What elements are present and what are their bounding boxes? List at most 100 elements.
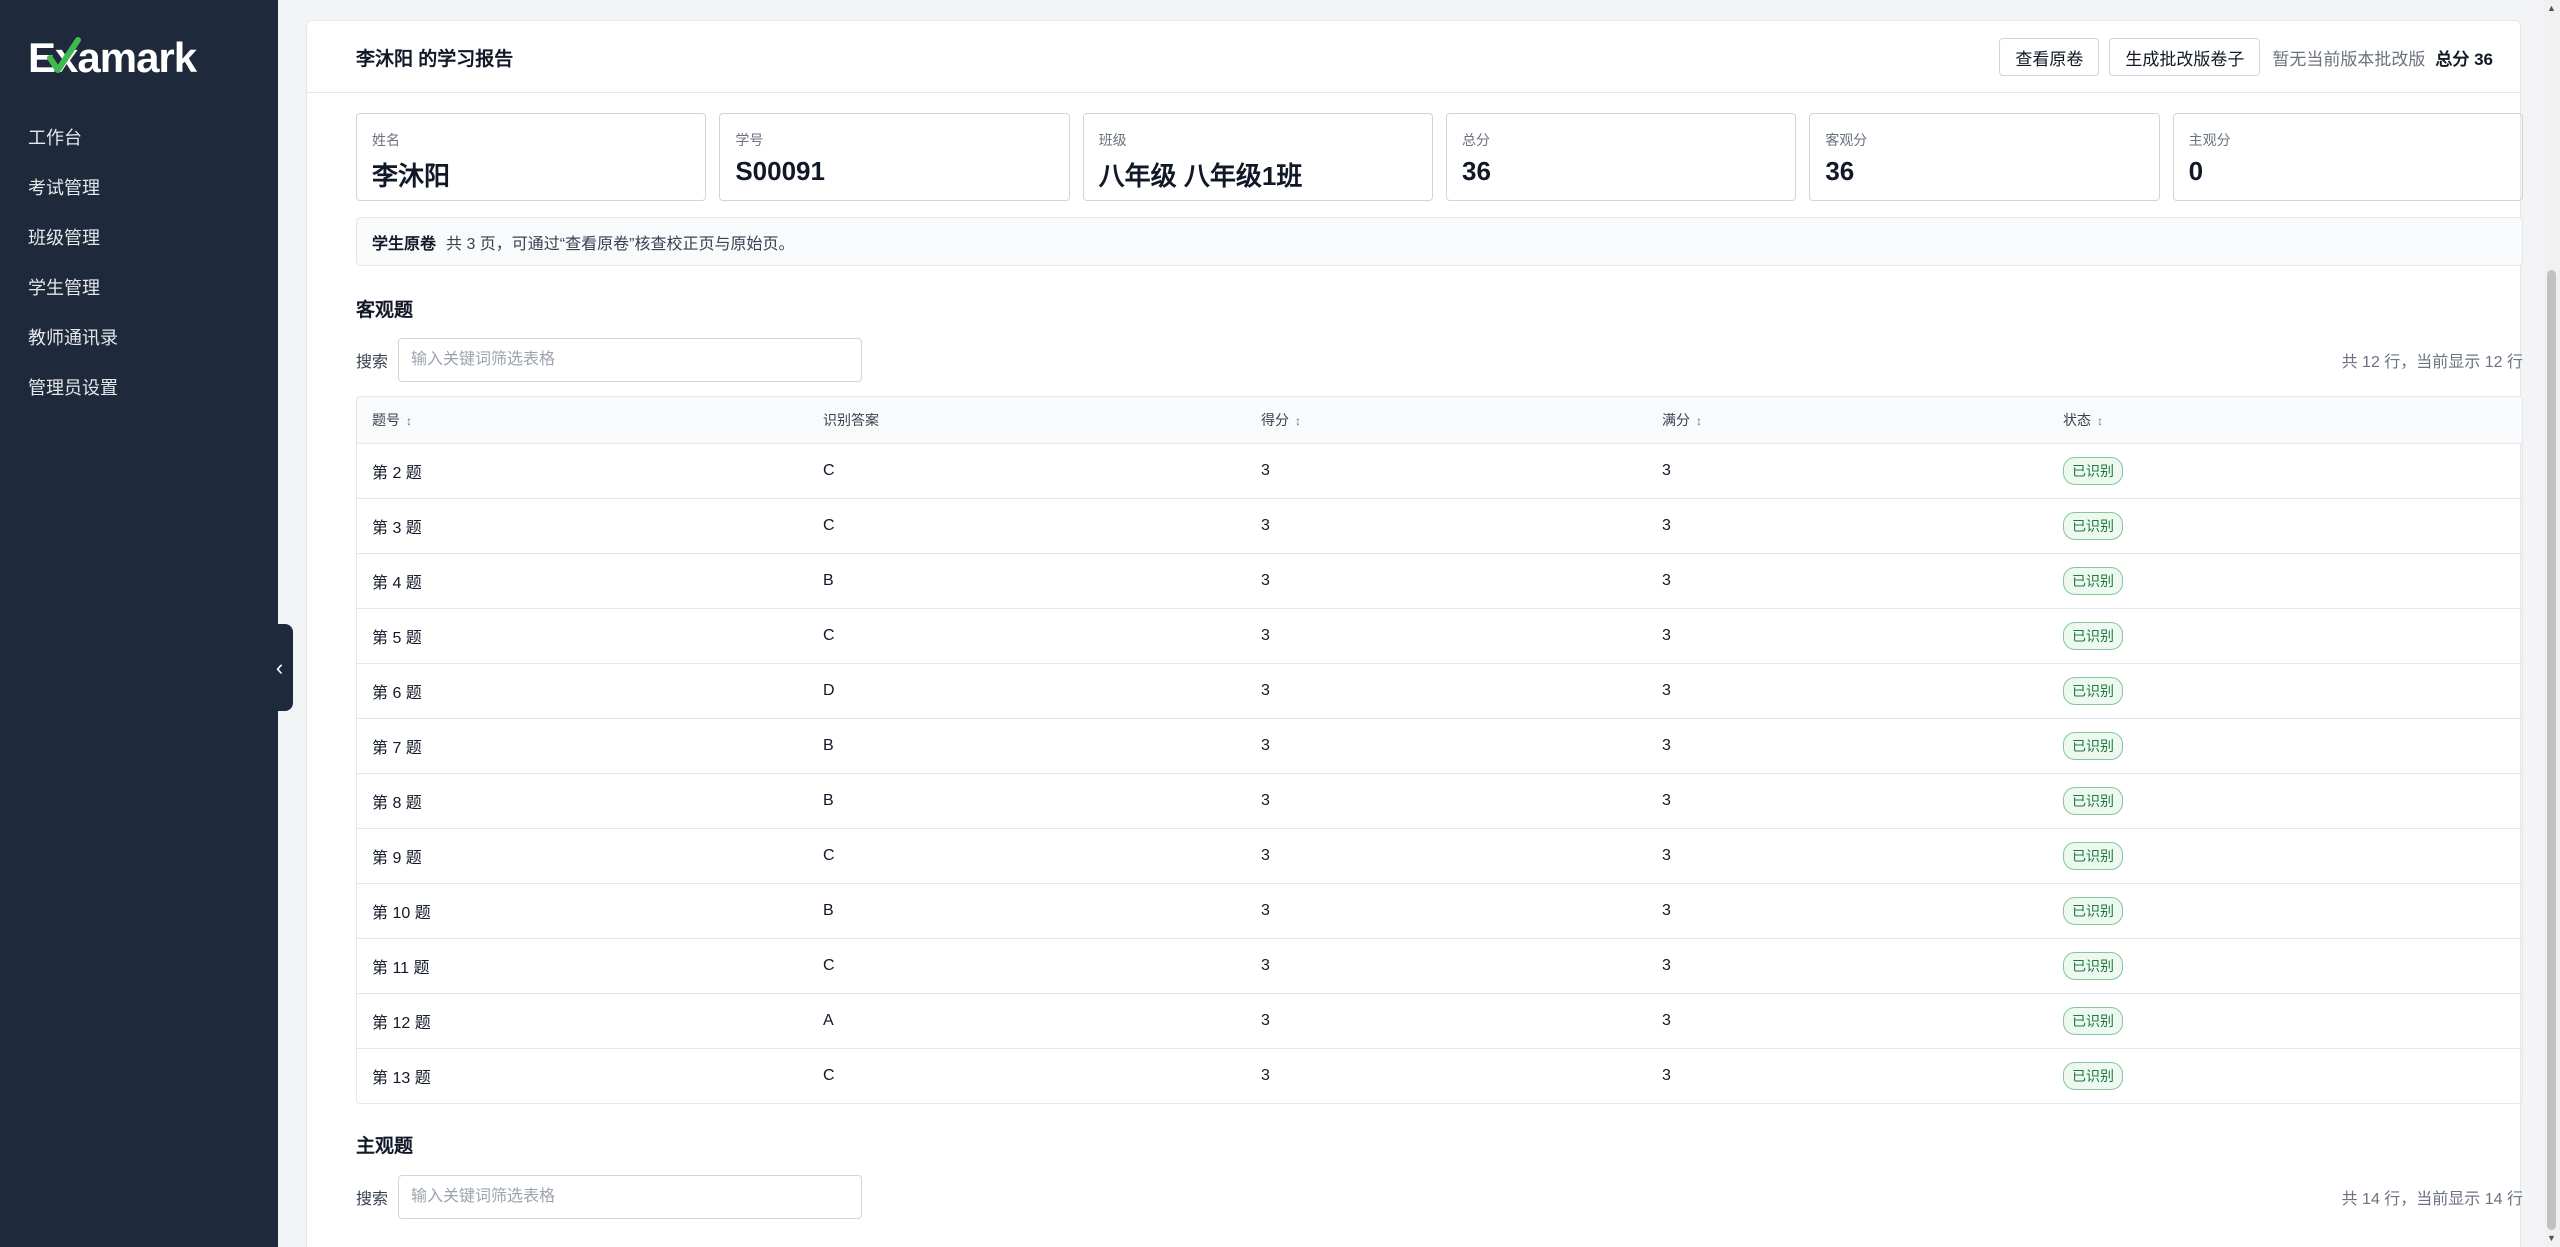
report-card: 李沐阳 的学习报告 查看原卷 生成批改版卷子 暂无当前版本批改版 总分 36 姓…	[306, 20, 2523, 1247]
cell-score: 3	[1246, 773, 1647, 829]
examark-logo[interactable]: Examark	[28, 28, 238, 84]
cell-status: 已识别	[2048, 993, 2522, 1049]
stat-label: 学号	[735, 132, 764, 148]
stat-value: 36	[1825, 156, 1855, 186]
cell-status: 已识别	[2048, 443, 2522, 499]
header-actions: 查看原卷 生成批改版卷子 暂无当前版本批改版 总分 36	[1999, 21, 2493, 93]
sidebar-item-dashboard[interactable]: 工作台	[0, 112, 278, 162]
stat-objective: 客观分 36	[1809, 113, 2160, 201]
chevron-left-icon: ‹	[275, 654, 284, 680]
objective-search-row: 搜索 共 12 行，当前显示 12 行	[356, 338, 2523, 382]
logo-wordmark: Examark	[28, 34, 199, 81]
cell-answer: D	[808, 663, 1246, 719]
status-badge: 已识别	[2063, 621, 2123, 650]
scroll-up-icon[interactable]: ▲	[2543, 0, 2560, 17]
cell-question: 第 2 题	[357, 443, 808, 499]
sort-icon[interactable]: ↕	[1696, 414, 1702, 428]
cell-answer: B	[808, 883, 1246, 939]
cell-answer: B	[808, 718, 1246, 774]
status-badge: 已识别	[2063, 1061, 2123, 1090]
table-row: 第 13 题 C 3 3 已识别	[357, 1048, 2522, 1103]
cell-question: 第 12 题	[357, 993, 808, 1049]
status-badge: 已识别	[2063, 951, 2123, 980]
cell-score: 3	[1246, 608, 1647, 664]
view-original-button[interactable]: 查看原卷	[1999, 38, 2100, 76]
cell-status: 已识别	[2048, 718, 2522, 774]
stat-label: 班级	[1098, 132, 1127, 148]
cell-max: 3	[1647, 718, 2048, 774]
sidebar-collapse-button[interactable]: ‹	[266, 624, 293, 711]
stat-value: 0	[2188, 156, 2204, 186]
sort-icon[interactable]: ↕	[1295, 414, 1301, 428]
graded-version-note: 暂无当前版本批改版	[2272, 49, 2426, 69]
sidebar-item-students[interactable]: 学生管理	[0, 262, 278, 312]
cell-question: 第 4 题	[357, 553, 808, 609]
page-title: 李沐阳 的学习报告	[356, 48, 514, 70]
column-header-question[interactable]: 题号 ↕	[357, 397, 808, 444]
stats-row: 姓名 李沐阳 学号 S00091 班级 八年级 八年级1班 总分 36 客观分 …	[356, 113, 2523, 201]
search-label: 搜索	[356, 1191, 389, 1208]
table-row: 第 9 题 C 3 3 已识别	[357, 828, 2522, 884]
cell-answer: C	[808, 938, 1246, 994]
subjective-search-input[interactable]	[398, 1175, 863, 1219]
stat-subjective: 主观分 0	[2172, 113, 2523, 201]
cell-max: 3	[1647, 938, 2048, 994]
cell-max: 3	[1647, 663, 2048, 719]
cell-max: 3	[1662, 1066, 1671, 1084]
stat-class: 班级 八年级 八年级1班	[1082, 113, 1433, 201]
cell-score: 3	[1246, 498, 1647, 554]
status-badge: 已识别	[2063, 731, 2123, 760]
column-header-answer: 识别答案	[808, 397, 1246, 444]
sidebar-item-classes[interactable]: 班级管理	[0, 212, 278, 262]
subjective-row-count: 共 14 行，当前显示 14 行	[2341, 1191, 2523, 1208]
table-row: 第 2 题 C 3 3 已识别	[357, 443, 2522, 499]
cell-answer: B	[808, 773, 1246, 829]
notice-title: 学生原卷	[372, 235, 437, 253]
status-badge: 已识别	[2063, 456, 2123, 485]
objective-search-input[interactable]	[398, 338, 863, 382]
sidebar-item-admin[interactable]: 管理员设置	[0, 362, 278, 412]
cell-max: 3	[1647, 773, 2048, 829]
column-header-score[interactable]: 得分 ↕	[1246, 397, 1647, 444]
scroll-down-icon[interactable]: ▼	[2543, 1230, 2560, 1247]
main-content: 李沐阳 的学习报告 查看原卷 生成批改版卷子 暂无当前版本批改版 总分 36 姓…	[278, 0, 2543, 1247]
cell-status: 已识别	[2048, 498, 2522, 554]
cell-status: 已识别	[2048, 828, 2522, 884]
sidebar-item-teachers[interactable]: 教师通讯录	[0, 312, 278, 362]
column-header-status[interactable]: 状态 ↕	[2048, 397, 2522, 444]
search-label: 搜索	[356, 354, 389, 371]
generate-graded-paper-button[interactable]: 生成批改版卷子	[2109, 38, 2261, 76]
cell-score: 3	[1246, 443, 1647, 499]
sort-icon[interactable]: ↕	[406, 414, 412, 428]
cell-max: 3	[1647, 993, 2048, 1049]
cell-score: 3	[1246, 718, 1647, 774]
page-scrollbar[interactable]: ▲ ▼	[2543, 0, 2560, 1247]
cell-question: 第 8 题	[357, 773, 808, 829]
table-row: 第 10 题 B 3 3 已识别	[357, 883, 2522, 939]
column-header-max[interactable]: 满分 ↕	[1647, 397, 2048, 444]
stat-label: 姓名	[372, 132, 400, 148]
stat-student-id: 学号 S00091	[719, 113, 1070, 201]
stat-value: 八年级 八年级1班	[1098, 161, 1303, 191]
stat-name: 姓名 李沐阳	[356, 113, 707, 201]
status-badge: 已识别	[2063, 896, 2123, 925]
objective-section-title: 客观题	[356, 300, 414, 321]
logo-text: Examark	[28, 34, 198, 81]
subjective-search-row: 搜索 共 14 行，当前显示 14 行	[356, 1175, 2523, 1219]
cell-max: 3	[1647, 553, 2048, 609]
cell-max: 3	[1647, 883, 2048, 939]
cell-question: 第 5 题	[357, 608, 808, 664]
cell-answer: C	[808, 608, 1246, 664]
cell-status: 已识别	[2048, 608, 2522, 664]
cell-question: 第 13 题	[372, 1069, 431, 1087]
table-row: 第 7 题 B 3 3 已识别	[357, 718, 2522, 774]
status-badge: 已识别	[2063, 511, 2123, 540]
stat-value: S00091	[735, 156, 825, 186]
cell-status: 已识别	[2048, 553, 2522, 609]
cell-score: 3	[1246, 883, 1647, 939]
stat-value: 36	[1461, 156, 1491, 186]
sort-icon[interactable]: ↕	[2097, 414, 2103, 428]
sidebar-item-exams[interactable]: 考试管理	[0, 162, 278, 212]
scroll-thumb[interactable]	[2547, 270, 2556, 1230]
cell-answer: B	[808, 553, 1246, 609]
